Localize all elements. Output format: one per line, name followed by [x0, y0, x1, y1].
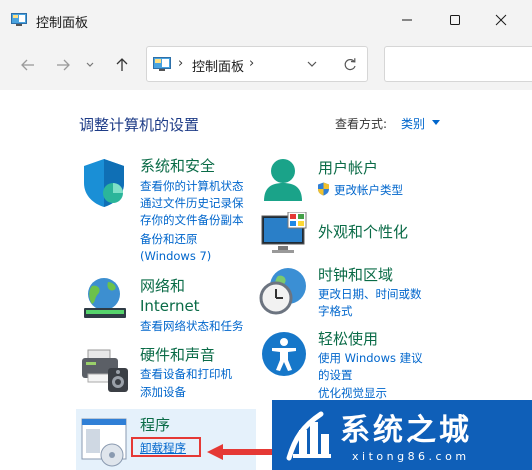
- link-backup-restore-win7[interactable]: (Windows 7): [140, 248, 211, 264]
- breadcrumb-separator: ›: [178, 56, 184, 71]
- link-view-network-status[interactable]: 查看网络状态和任务: [140, 318, 244, 334]
- refresh-icon[interactable]: [343, 58, 357, 72]
- category-clock-region[interactable]: 时钟和区域: [318, 265, 393, 285]
- recent-locations-button[interactable]: [82, 53, 98, 77]
- category-network-internet[interactable]: 网络和: [140, 276, 185, 296]
- link-file-history-cont[interactable]: 存你的文件备份副本: [140, 212, 244, 228]
- view-by-select[interactable]: 类别: [401, 115, 425, 132]
- programs-icon: [81, 418, 127, 467]
- back-arrow-icon: [21, 59, 34, 71]
- address-bar[interactable]: › 控制面板 ›: [146, 46, 368, 82]
- breadcrumb-separator[interactable]: ›: [249, 56, 254, 71]
- watermark-logo-icon: [286, 411, 331, 461]
- link-change-date-time-cont[interactable]: 字格式: [318, 303, 353, 319]
- breadcrumb-control-panel[interactable]: 控制面板: [192, 56, 244, 75]
- link-change-account-type[interactable]: 更改帐户类型: [334, 182, 403, 198]
- network-globe-icon: [84, 278, 126, 318]
- appearance-monitor-icon: [261, 212, 307, 253]
- view-by-dropdown-icon[interactable]: [432, 120, 440, 126]
- link-change-date-time[interactable]: 更改日期、时间或数: [318, 286, 422, 302]
- printer-speaker-icon: [82, 349, 128, 392]
- maximize-icon: [450, 15, 460, 25]
- window-title: 控制面板: [36, 16, 89, 31]
- link-check-computer-status[interactable]: 查看你的计算机状态: [140, 178, 244, 194]
- link-backup-restore[interactable]: 备份和还原: [140, 231, 198, 247]
- category-appearance[interactable]: 外观和个性化: [318, 222, 408, 242]
- close-icon: [495, 14, 507, 26]
- control-panel-icon: [11, 13, 27, 26]
- link-windows-suggestions-cont[interactable]: 的设置: [318, 367, 353, 383]
- chevron-down-icon: [86, 62, 94, 67]
- link-devices-printers[interactable]: 查看设备和打印机: [140, 366, 232, 382]
- title-bar: 控制面板: [0, 0, 532, 40]
- uac-shield-icon: [318, 182, 329, 196]
- control-panel-icon: [153, 57, 171, 71]
- page-title: 调整计算机的设置: [79, 116, 200, 134]
- close-button[interactable]: [478, 0, 524, 40]
- ease-of-access-icon: [262, 332, 306, 376]
- watermark-url: xitong86.com: [352, 450, 470, 463]
- link-add-device[interactable]: 添加设备: [140, 384, 186, 400]
- category-network-internet-line2[interactable]: Internet: [140, 296, 200, 316]
- annotation-highlight-box: [131, 437, 201, 457]
- address-dropdown-icon[interactable]: [307, 59, 317, 69]
- category-hardware-sound[interactable]: 硬件和声音: [140, 345, 215, 365]
- watermark-text: 系统之城: [340, 413, 472, 448]
- up-button[interactable]: [110, 53, 134, 77]
- link-windows-suggestions[interactable]: 使用 Windows 建议: [318, 350, 423, 366]
- category-user-accounts[interactable]: 用户帐户: [318, 158, 378, 178]
- link-file-history[interactable]: 通过文件历史记录保: [140, 195, 244, 211]
- link-optimize-display[interactable]: 优化视觉显示: [318, 385, 387, 401]
- search-input[interactable]: [384, 46, 532, 82]
- annotation-arrow-icon: [207, 444, 273, 460]
- minimize-icon: [402, 19, 412, 21]
- user-account-icon: [264, 159, 302, 201]
- category-programs[interactable]: 程序: [140, 415, 170, 435]
- shield-icon: [84, 159, 124, 207]
- maximize-button[interactable]: [432, 0, 478, 40]
- back-button[interactable]: [16, 53, 40, 77]
- view-by-label: 查看方式:: [335, 117, 388, 131]
- category-system-security[interactable]: 系统和安全: [140, 156, 215, 176]
- minimize-button[interactable]: [384, 0, 430, 40]
- forward-button[interactable]: [51, 53, 75, 77]
- forward-arrow-icon: [57, 59, 70, 71]
- up-arrow-icon: [116, 58, 128, 71]
- clock-globe-icon: [259, 268, 306, 315]
- category-ease-of-access[interactable]: 轻松使用: [318, 329, 378, 349]
